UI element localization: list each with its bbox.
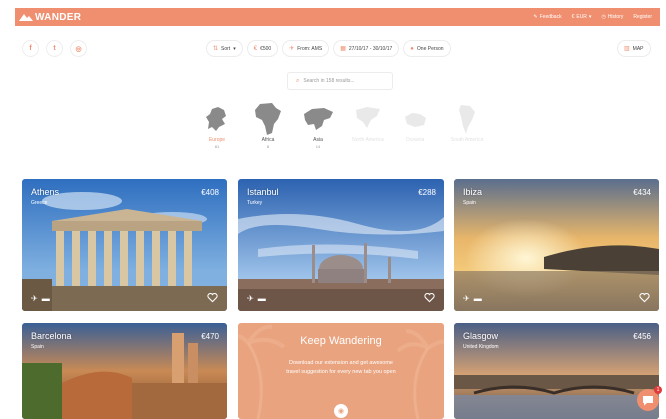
chat-icon xyxy=(643,395,653,405)
nav-currency[interactable]: € EUR ▾ xyxy=(572,14,592,20)
chevron-down-icon: ▾ xyxy=(588,14,592,20)
facebook-icon[interactable]: f xyxy=(22,40,39,57)
flight-icon: ✈ xyxy=(31,294,38,303)
card-city: Istanbul xyxy=(247,187,279,197)
search-placeholder: Search in 158 results... xyxy=(303,78,355,84)
map-button[interactable]: ▥ MAP xyxy=(617,40,651,57)
destination-card-istanbul[interactable]: Istanbul Turkey €288 ✈ ▬ xyxy=(238,179,444,311)
calendar-icon: ▦ xyxy=(340,46,346,52)
mountain-icon xyxy=(19,14,33,21)
origin-filter[interactable]: ✈ From: AMS xyxy=(282,40,330,57)
top-nav: WANDER ✎ Feedback € EUR ▾ ◷ History Register xyxy=(15,8,660,26)
card-city: Barcelona xyxy=(31,331,72,341)
chat-button[interactable]: 1 xyxy=(637,386,662,411)
promo-title: Keep Wandering xyxy=(300,335,382,347)
search-icon: ⌕ xyxy=(296,77,300,84)
africa-map-icon xyxy=(255,103,281,135)
continent-europe[interactable]: Europe 81 xyxy=(197,103,237,149)
euro-icon: € xyxy=(571,14,575,20)
destination-card-glasgow[interactable]: Glasgow United Kingdom €456 xyxy=(454,323,659,419)
clock-icon: ◷ xyxy=(601,14,606,20)
budget-filter[interactable]: € €500 xyxy=(246,40,279,57)
card-country: Spain xyxy=(31,344,44,350)
oceania-map-icon xyxy=(405,113,426,127)
istanbul-photo xyxy=(238,179,444,311)
flight-icon: ✈ xyxy=(463,294,470,303)
card-country: United Kingdom xyxy=(463,344,499,350)
asia-map-icon xyxy=(304,108,333,130)
heart-icon[interactable] xyxy=(207,292,218,303)
card-city: Ibiza xyxy=(463,187,483,197)
chevron-down-icon: ▾ xyxy=(233,45,236,52)
person-icon: ● xyxy=(410,45,414,52)
map-icon: ▥ xyxy=(624,46,630,52)
heart-icon[interactable] xyxy=(424,292,435,303)
flight-icon: ✈ xyxy=(247,294,254,303)
destination-card-barcelona[interactable]: Barcelona Spain €470 xyxy=(22,323,227,419)
bed-icon: ▬ xyxy=(41,294,50,303)
destination-card-ibiza[interactable]: Ibiza Spain €434 ✈ ▬ xyxy=(454,179,659,311)
south-america-map-icon xyxy=(459,105,475,134)
social-links: f t ◎ xyxy=(22,40,87,57)
destination-card-athens[interactable]: Athens Greece €408 ✈ ▬ xyxy=(22,179,227,311)
brand-name: WANDER xyxy=(35,11,82,23)
sort-filter[interactable]: ⇅ Sort ▾ xyxy=(206,40,243,57)
north-america-map-icon xyxy=(356,107,380,128)
chrome-icon[interactable]: ◉ xyxy=(334,404,348,418)
search-field[interactable]: ⌕ Search in 158 results... xyxy=(287,72,393,90)
notification-badge: 1 xyxy=(654,386,662,394)
card-country: Spain xyxy=(463,200,476,206)
bed-icon: ▬ xyxy=(473,294,482,303)
filter-bar: ⇅ Sort ▾ € €500 ✈ From: AMS ▦ 27/10/17 - 30/1… xyxy=(206,40,451,57)
promo-body: Download our extension and get awesome t… xyxy=(286,360,396,375)
card-price: €434 xyxy=(633,188,651,197)
card-price: €470 xyxy=(201,332,219,341)
travellers-filter[interactable]: ● One Person xyxy=(403,40,451,57)
continent-south-america[interactable]: South America xyxy=(447,103,487,144)
card-price: €288 xyxy=(418,188,436,197)
card-price: €456 xyxy=(633,332,651,341)
sort-icon: ⇅ xyxy=(213,46,219,52)
athens-photo xyxy=(22,179,227,311)
nav-feedback[interactable]: ✎ Feedback xyxy=(533,14,561,20)
heart-icon[interactable] xyxy=(639,292,650,303)
continent-asia[interactable]: Asia 14 xyxy=(298,103,338,149)
continent-africa[interactable]: Africa 8 xyxy=(248,103,288,149)
card-price: €408 xyxy=(201,188,219,197)
continent-oceania[interactable]: Oceania xyxy=(395,103,435,144)
budget-icon: € xyxy=(253,45,258,52)
nav-register[interactable]: Register xyxy=(633,14,652,20)
keep-wandering-promo[interactable]: Keep Wandering Download our extension an… xyxy=(238,323,444,419)
twitter-icon[interactable]: t xyxy=(46,40,63,57)
card-country: Turkey xyxy=(247,200,263,206)
ibiza-photo xyxy=(454,179,659,311)
continent-north-america[interactable]: North America xyxy=(348,103,388,144)
card-city: Glasgow xyxy=(463,331,499,341)
logo[interactable]: WANDER xyxy=(15,12,81,23)
continent-selector: Europe 81 Africa 8 Asia 14 North America… xyxy=(195,103,495,158)
nav-history[interactable]: ◷ History xyxy=(601,14,623,20)
card-city: Athens xyxy=(31,187,60,197)
instagram-icon[interactable]: ◎ xyxy=(70,40,87,57)
dates-filter[interactable]: ▦ 27/10/17 - 30/10/17 xyxy=(333,40,400,57)
bed-icon: ▬ xyxy=(257,294,266,303)
card-country: Greece xyxy=(31,200,48,206)
pencil-icon: ✎ xyxy=(533,14,538,20)
plane-icon: ✈ xyxy=(289,46,295,52)
europe-map-icon xyxy=(206,107,226,131)
